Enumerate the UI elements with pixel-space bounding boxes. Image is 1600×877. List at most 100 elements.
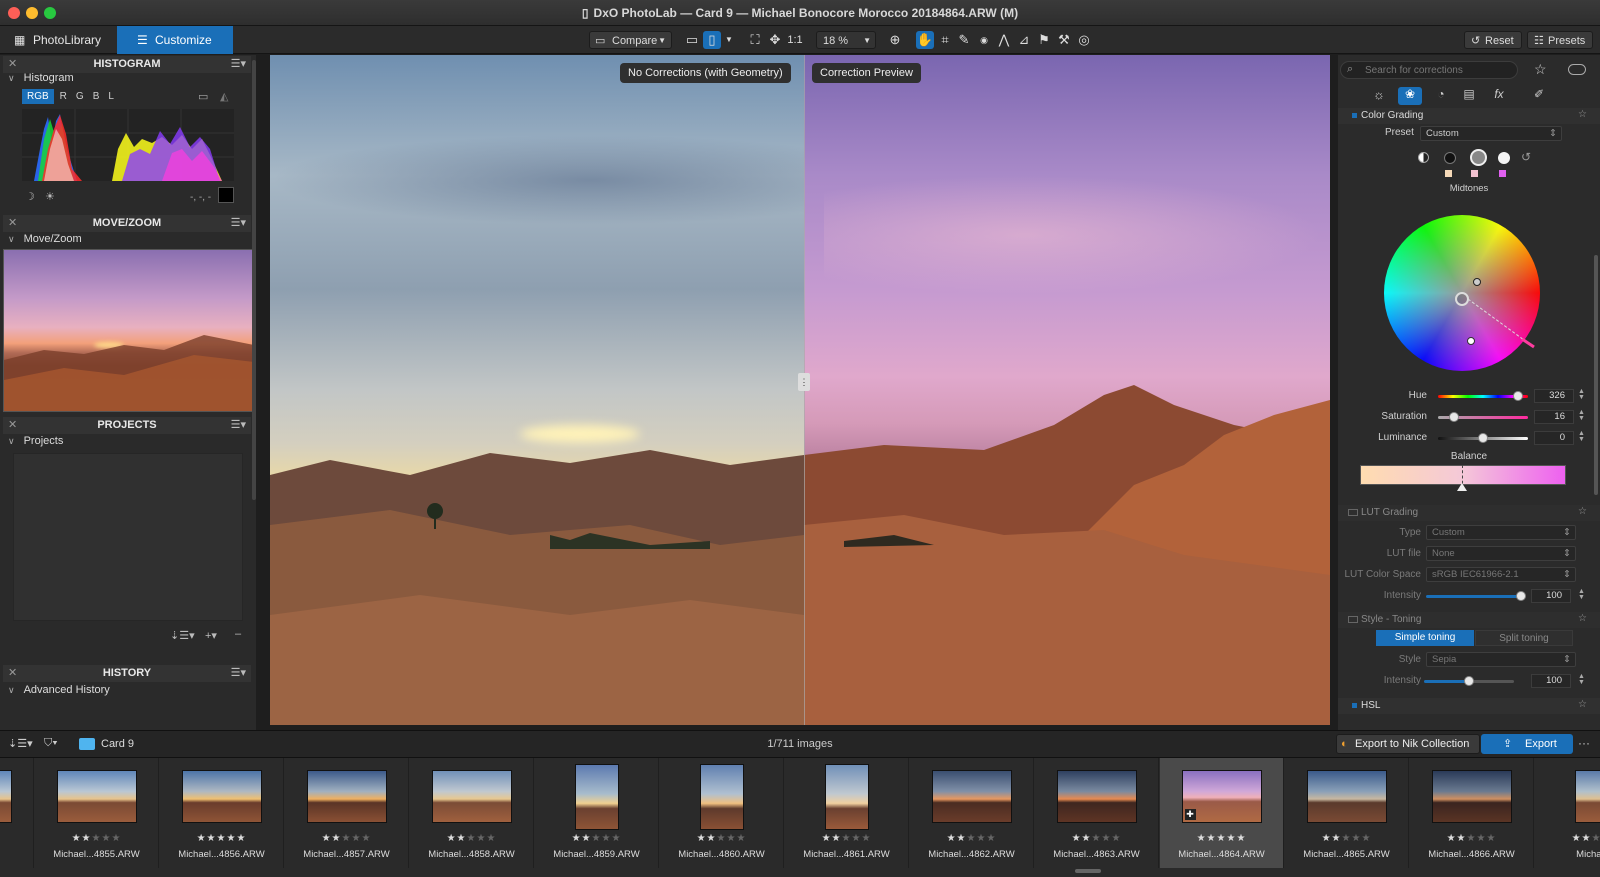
rating-star-icon[interactable]: ★ [957,833,967,844]
rating-star-icon[interactable]: ★ [592,833,602,844]
star-rating[interactable]: ★★★★★ [160,833,283,844]
star-rating[interactable]: ★★★★★ [1285,833,1408,844]
lut-color-space-dropdown[interactable]: sRGB IEC61966-2.1 ⇕ [1426,567,1576,582]
rating-star-icon[interactable]: ★ [986,833,996,844]
rating-star-icon[interactable]: ★ [1486,833,1496,844]
rating-star-icon[interactable]: ★ [1361,833,1371,844]
export-nik-button[interactable]: ◐ Export to Nik Collection [1336,734,1480,754]
more-icon[interactable]: ··· [1578,736,1590,750]
remove-project-icon[interactable]: – [235,628,241,640]
fit-screen-icon[interactable]: ⛶ [746,31,764,49]
rating-star-icon[interactable]: ★ [101,833,111,844]
star-rating[interactable]: ★★★★★ [1035,833,1158,844]
filmstrip-thumbnail[interactable]: ★★★★★ Michael...4862.ARW [910,758,1034,868]
single-view-icon[interactable]: ▭ [683,31,701,49]
toning-intensity-value[interactable]: 100 [1531,674,1571,688]
lut-grading-header[interactable]: LUT Grading ☆ [1338,505,1600,521]
sort-icon[interactable]: ⇣☰▾ [170,629,195,642]
rating-star-icon[interactable]: ★ [486,833,496,844]
star-rating[interactable]: ★★★★★ [0,833,33,844]
rating-star-icon[interactable]: ★ [1226,833,1236,844]
tab-customize[interactable]: ☰ Customize [117,26,233,54]
filmstrip-thumbnail[interactable]: ★★★★★ Michael...4858.ARW [410,758,534,868]
rating-star-icon[interactable]: ★ [207,833,217,844]
rating-star-icon[interactable]: ★ [111,833,121,844]
rating-star-icon[interactable]: ★ [736,833,746,844]
lut-file-dropdown[interactable]: None ⇕ [1426,546,1576,561]
left-panel-scrollbar[interactable] [252,60,256,500]
split-view-icon[interactable]: ▯ [703,31,721,49]
highlight-clipping-icon[interactable]: ☀ [45,190,55,203]
rating-star-icon[interactable]: ★ [842,833,852,844]
projects-header[interactable]: ✕ PROJECTS ☰▾ [3,417,251,434]
stepper-icon[interactable]: ▲ ▼ [1578,388,1585,401]
perspective-icon[interactable]: ⋀ [995,31,1013,49]
shadow-clipping-icon[interactable]: ☽ [25,190,35,203]
lut-intensity-value[interactable]: 100 [1531,589,1571,603]
menu-icon[interactable]: ☰▾ [231,665,246,682]
right-panel-scrollbar[interactable] [1594,255,1598,495]
movezoom-subheader[interactable]: ∨ Move/Zoom [8,233,82,245]
export-button[interactable]: ⇪ Export [1481,734,1573,754]
channel-g[interactable]: G [73,89,87,104]
rating-star-icon[interactable]: ★ [1236,833,1246,844]
rating-star-icon[interactable]: ★ [572,833,582,844]
filter-icon[interactable]: ⛉▾ [44,737,58,750]
star-rating[interactable]: ★★★★★ [660,833,783,844]
rating-star-icon[interactable]: ★ [947,833,957,844]
filmstrip-thumbnail[interactable]: ★★★★★ Michael...4856.ARW [160,758,284,868]
rating-star-icon[interactable]: ★ [976,833,986,844]
rating-star-icon[interactable]: ★ [1476,833,1486,844]
history-header[interactable]: ✕ HISTORY ☰▾ [3,665,251,682]
rating-star-icon[interactable]: ★ [322,833,332,844]
rating-star-icon[interactable]: ★ [861,833,871,844]
global-wheel-icon[interactable] [1418,152,1429,163]
star-rating[interactable]: ★★★★★ [35,833,158,844]
red-eye-icon[interactable]: ◉ [975,31,993,49]
rating-star-icon[interactable]: ★ [582,833,592,844]
favorite-star-icon[interactable]: ☆ [1578,109,1587,120]
filmstrip-scrollbar[interactable] [1075,869,1101,873]
star-rating[interactable]: ★★★★★ [285,833,408,844]
star-rating[interactable]: ★★★★★ [1410,833,1533,844]
close-icon[interactable]: ✕ [8,665,17,682]
rating-star-icon[interactable]: ★ [226,833,236,844]
tab-photolibrary[interactable]: ▦ PhotoLibrary [0,26,117,54]
midtones-wheel-icon[interactable] [1470,149,1487,166]
saturation-slider-knob[interactable] [1449,412,1459,422]
eyedropper-icon[interactable]: ✎ [955,31,973,49]
brush-tab-icon[interactable]: ✐ [1528,87,1550,105]
rating-star-icon[interactable]: ★ [601,833,611,844]
channel-r[interactable]: R [57,89,70,104]
stepper-icon[interactable]: ▲ ▼ [1578,430,1585,443]
star-rating[interactable]: ★★★★★ [1535,833,1600,844]
rating-star-icon[interactable]: ★ [1072,833,1082,844]
channel-rgb[interactable]: RGB [22,89,54,104]
filmstrip-thumbnail[interactable]: ★★★★★ Michael...4860.ARW [660,758,784,868]
horizon-icon[interactable]: ⊿ [1015,31,1033,49]
rating-star-icon[interactable]: ★ [332,833,342,844]
lut-type-dropdown[interactable]: Custom ⇕ [1426,525,1576,540]
split-toning-button[interactable]: Split toning [1475,630,1573,646]
rating-star-icon[interactable]: ★ [697,833,707,844]
hue-value[interactable]: 326 [1534,389,1574,403]
navigator-preview[interactable] [3,249,253,412]
view-mode-chevron-icon[interactable]: ▼ [720,31,738,49]
repair-icon[interactable]: ⚒ [1055,31,1073,49]
rating-star-icon[interactable]: ★ [967,833,977,844]
zoom-in-icon[interactable]: ⊕ [886,31,904,49]
rating-star-icon[interactable]: ★ [611,833,621,844]
saturation-value[interactable]: 16 [1534,410,1574,424]
style-toning-header[interactable]: Style - Toning ☆ [1338,612,1600,628]
star-icon[interactable]: ☆ [1534,61,1547,78]
rating-star-icon[interactable]: ★ [1217,833,1227,844]
menu-icon[interactable]: ☰▾ [231,215,246,232]
proofing-icon[interactable]: ◭ [220,90,228,103]
projects-list[interactable] [13,453,243,621]
star-rating[interactable]: ★★★★★ [910,833,1033,844]
rating-star-icon[interactable]: ★ [236,833,246,844]
rating-star-icon[interactable]: ★ [1207,833,1217,844]
rating-star-icon[interactable]: ★ [467,833,477,844]
stepper-icon[interactable]: ▲ ▼ [1578,673,1585,686]
rating-star-icon[interactable]: ★ [1332,833,1342,844]
